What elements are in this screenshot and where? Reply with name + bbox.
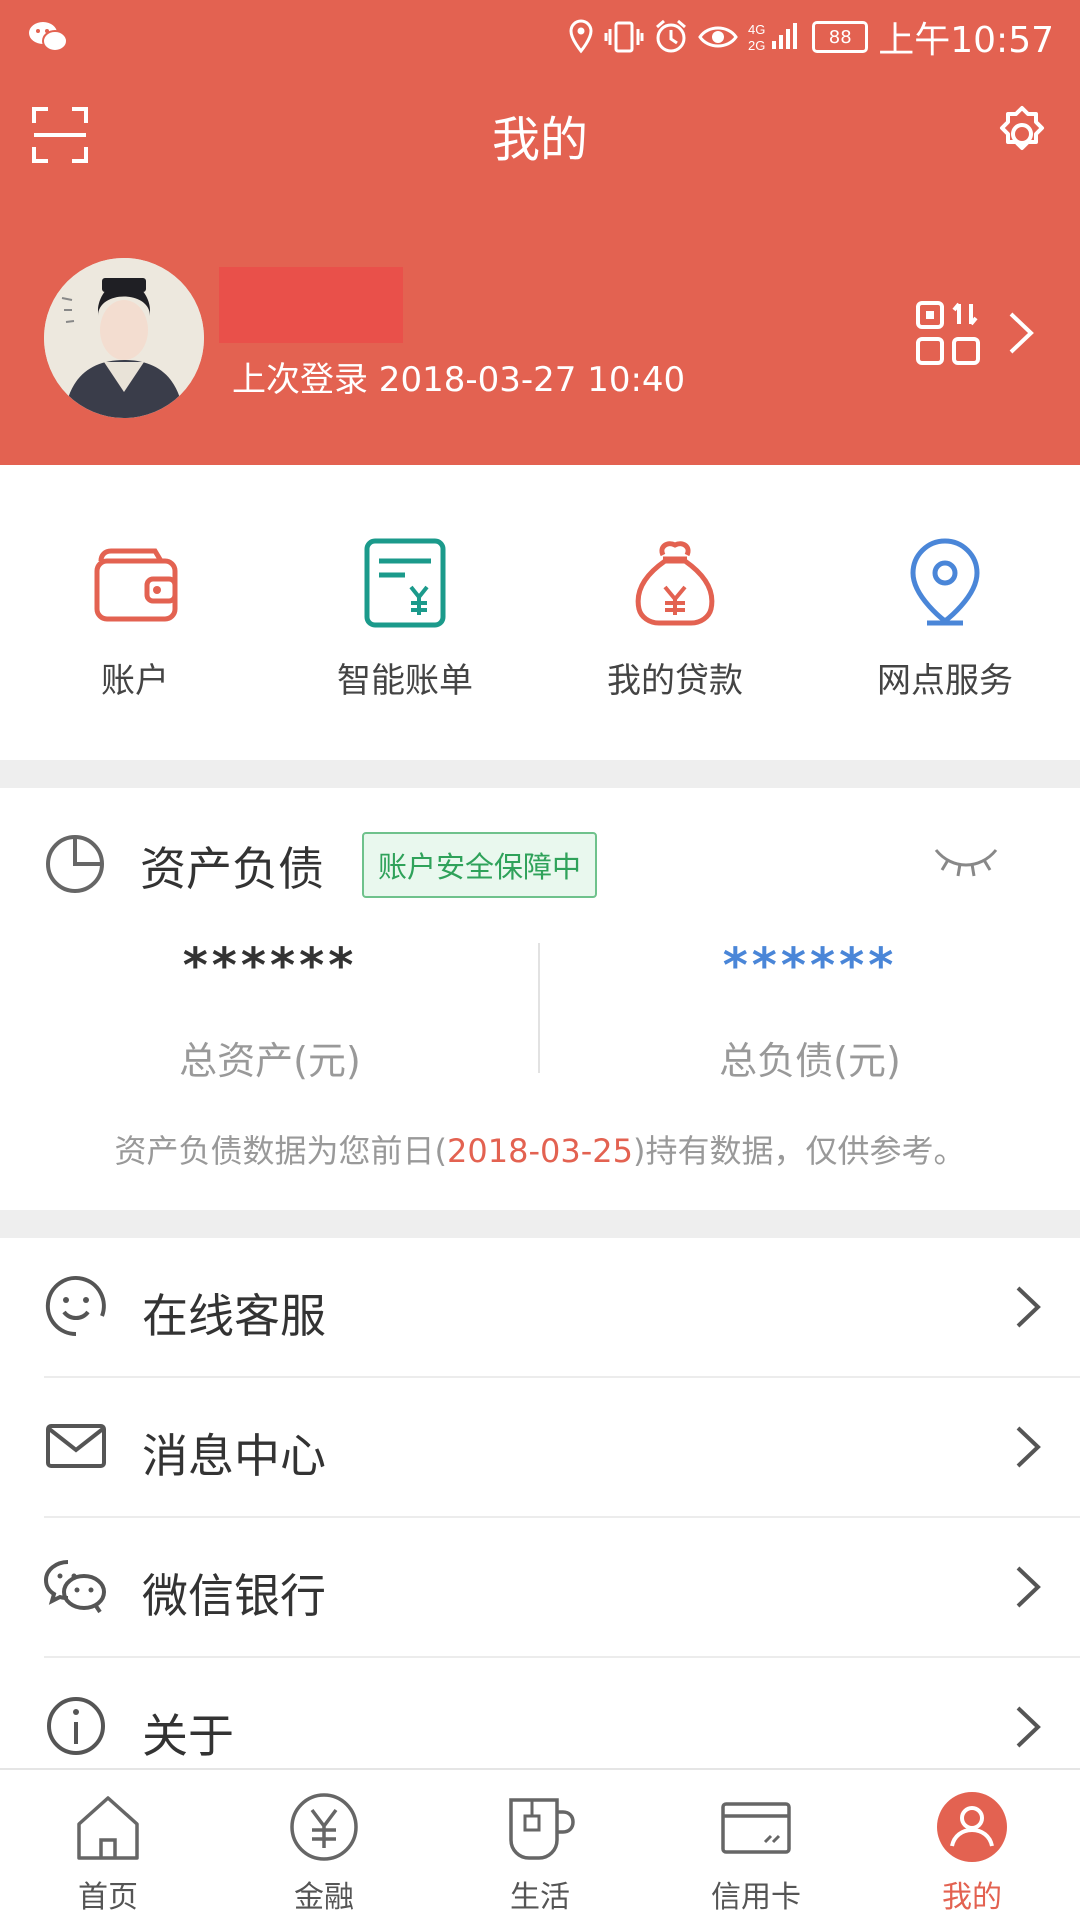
nav-label: 首页 <box>78 1880 138 1915</box>
asset-liability-card: 资产负债 账户安全保障中 ****** 总资产(元) ****** 总负债(元)… <box>0 788 1080 1210</box>
asset-note-prefix: 资产负债数据为您前日( <box>114 1132 448 1170</box>
battery-indicator: 88 <box>812 21 869 53</box>
status-bar: 4G 2G 88 上午10:57 <box>0 0 1080 75</box>
total-assets[interactable]: ****** 总资产(元) <box>0 938 540 1085</box>
wechat-icon <box>44 1560 106 1614</box>
total-debt-value: ****** <box>722 938 898 994</box>
menu-item-label: 关于 <box>142 1709 234 1763</box>
alarm-icon <box>656 19 687 53</box>
asset-note-date: 2018-03-25 <box>447 1132 633 1170</box>
svg-text:4G: 4G <box>748 22 765 37</box>
nav-label: 金融 <box>294 1880 354 1915</box>
qr-code-icon[interactable] <box>915 300 981 366</box>
section-divider <box>0 760 1080 788</box>
asset-note-suffix: )持有数据，仅供参考。 <box>632 1132 966 1170</box>
nav-tab-credit-card[interactable]: 信用卡 <box>648 1770 864 1922</box>
gear-icon[interactable] <box>992 104 1052 164</box>
nav-tab-finance[interactable]: 金融 <box>216 1770 432 1922</box>
last-login-text: 上次登录 2018-03-27 10:40 <box>232 360 686 400</box>
pie-chart-icon <box>46 835 104 893</box>
eye-closed-icon[interactable] <box>930 840 1002 886</box>
info-icon <box>47 1697 105 1755</box>
smile-icon <box>45 1276 106 1337</box>
total-assets-value: ****** <box>182 938 358 994</box>
nav-tab-mine[interactable]: 我的 <box>864 1770 1080 1922</box>
wechat-notification-icon <box>29 22 68 52</box>
location-icon <box>910 538 980 626</box>
bottom-navigation: 首页 金融 生活 信用卡 我的 <box>0 1768 1080 1922</box>
quick-action-account[interactable]: 账户 <box>0 535 270 702</box>
nav-label: 我的 <box>942 1880 1002 1915</box>
quick-actions: 账户 智能账单 我的贷款 网点服务 <box>0 465 1080 760</box>
chevron-right-icon <box>1016 1426 1041 1468</box>
quick-action-label: 网点服务 <box>877 661 1013 701</box>
loan-bag-icon <box>635 541 715 626</box>
section-divider <box>0 1210 1080 1238</box>
avatar[interactable] <box>44 258 204 418</box>
nav-tab-home[interactable]: 首页 <box>0 1770 216 1922</box>
total-assets-label: 总资产(元) <box>179 1039 361 1083</box>
menu-item-label: 微信银行 <box>142 1569 326 1623</box>
menu-item-online-service[interactable]: 在线客服 <box>44 1238 1080 1378</box>
vibrate-icon <box>604 21 644 53</box>
total-debt-label: 总负债(元) <box>719 1039 901 1083</box>
location-status-icon <box>569 19 593 54</box>
chevron-right-icon <box>1016 1706 1041 1748</box>
quick-action-branch-service[interactable]: 网点服务 <box>810 535 1080 702</box>
total-debt[interactable]: ****** 总负债(元) <box>540 938 1080 1085</box>
bill-icon <box>364 538 446 628</box>
chevron-right-icon <box>1016 1286 1041 1328</box>
svg-text:2G: 2G <box>748 38 765 53</box>
status-icons: 4G 2G 88 上午10:57 <box>568 14 1054 61</box>
security-badge: 账户安全保障中 <box>362 832 598 898</box>
signal-icon: 4G 2G <box>748 22 798 53</box>
status-time: 上午10:57 <box>878 20 1054 61</box>
wallet-icon <box>94 548 178 622</box>
page-title: 我的 <box>491 112 588 168</box>
menu-item-wechat-bank[interactable]: 微信银行 <box>44 1518 1080 1658</box>
user-icon <box>937 1792 1007 1862</box>
cup-icon <box>509 1798 575 1860</box>
avatar-image <box>44 258 204 418</box>
menu-item-label: 消息中心 <box>142 1429 326 1483</box>
chevron-right-icon[interactable] <box>1006 310 1036 356</box>
quick-action-smart-bill[interactable]: 智能账单 <box>270 535 540 702</box>
eye-care-icon <box>698 26 739 48</box>
nav-label: 生活 <box>510 1880 570 1915</box>
menu-item-message-center[interactable]: 消息中心 <box>44 1378 1080 1518</box>
nav-label: 信用卡 <box>711 1880 801 1915</box>
quick-action-my-loan[interactable]: 我的贷款 <box>540 535 810 702</box>
asset-title: 资产负债 <box>140 842 324 896</box>
home-icon <box>77 1796 139 1860</box>
quick-action-label: 我的贷款 <box>607 661 743 701</box>
chevron-right-icon <box>1016 1566 1041 1608</box>
mail-icon <box>46 1424 106 1468</box>
user-name-redacted <box>219 267 403 343</box>
asset-note: 资产负债数据为您前日(2018-03-25)持有数据，仅供参考。 <box>0 1126 1080 1172</box>
quick-action-label: 智能账单 <box>337 661 473 701</box>
finance-icon <box>290 1793 358 1861</box>
menu-list: 在线客服 消息中心 微信银行 关于 <box>0 1238 1080 1796</box>
quick-action-label: 账户 <box>101 661 169 701</box>
nav-tab-life[interactable]: 生活 <box>432 1770 648 1922</box>
card-icon <box>721 1802 791 1854</box>
menu-item-label: 在线客服 <box>142 1289 326 1343</box>
